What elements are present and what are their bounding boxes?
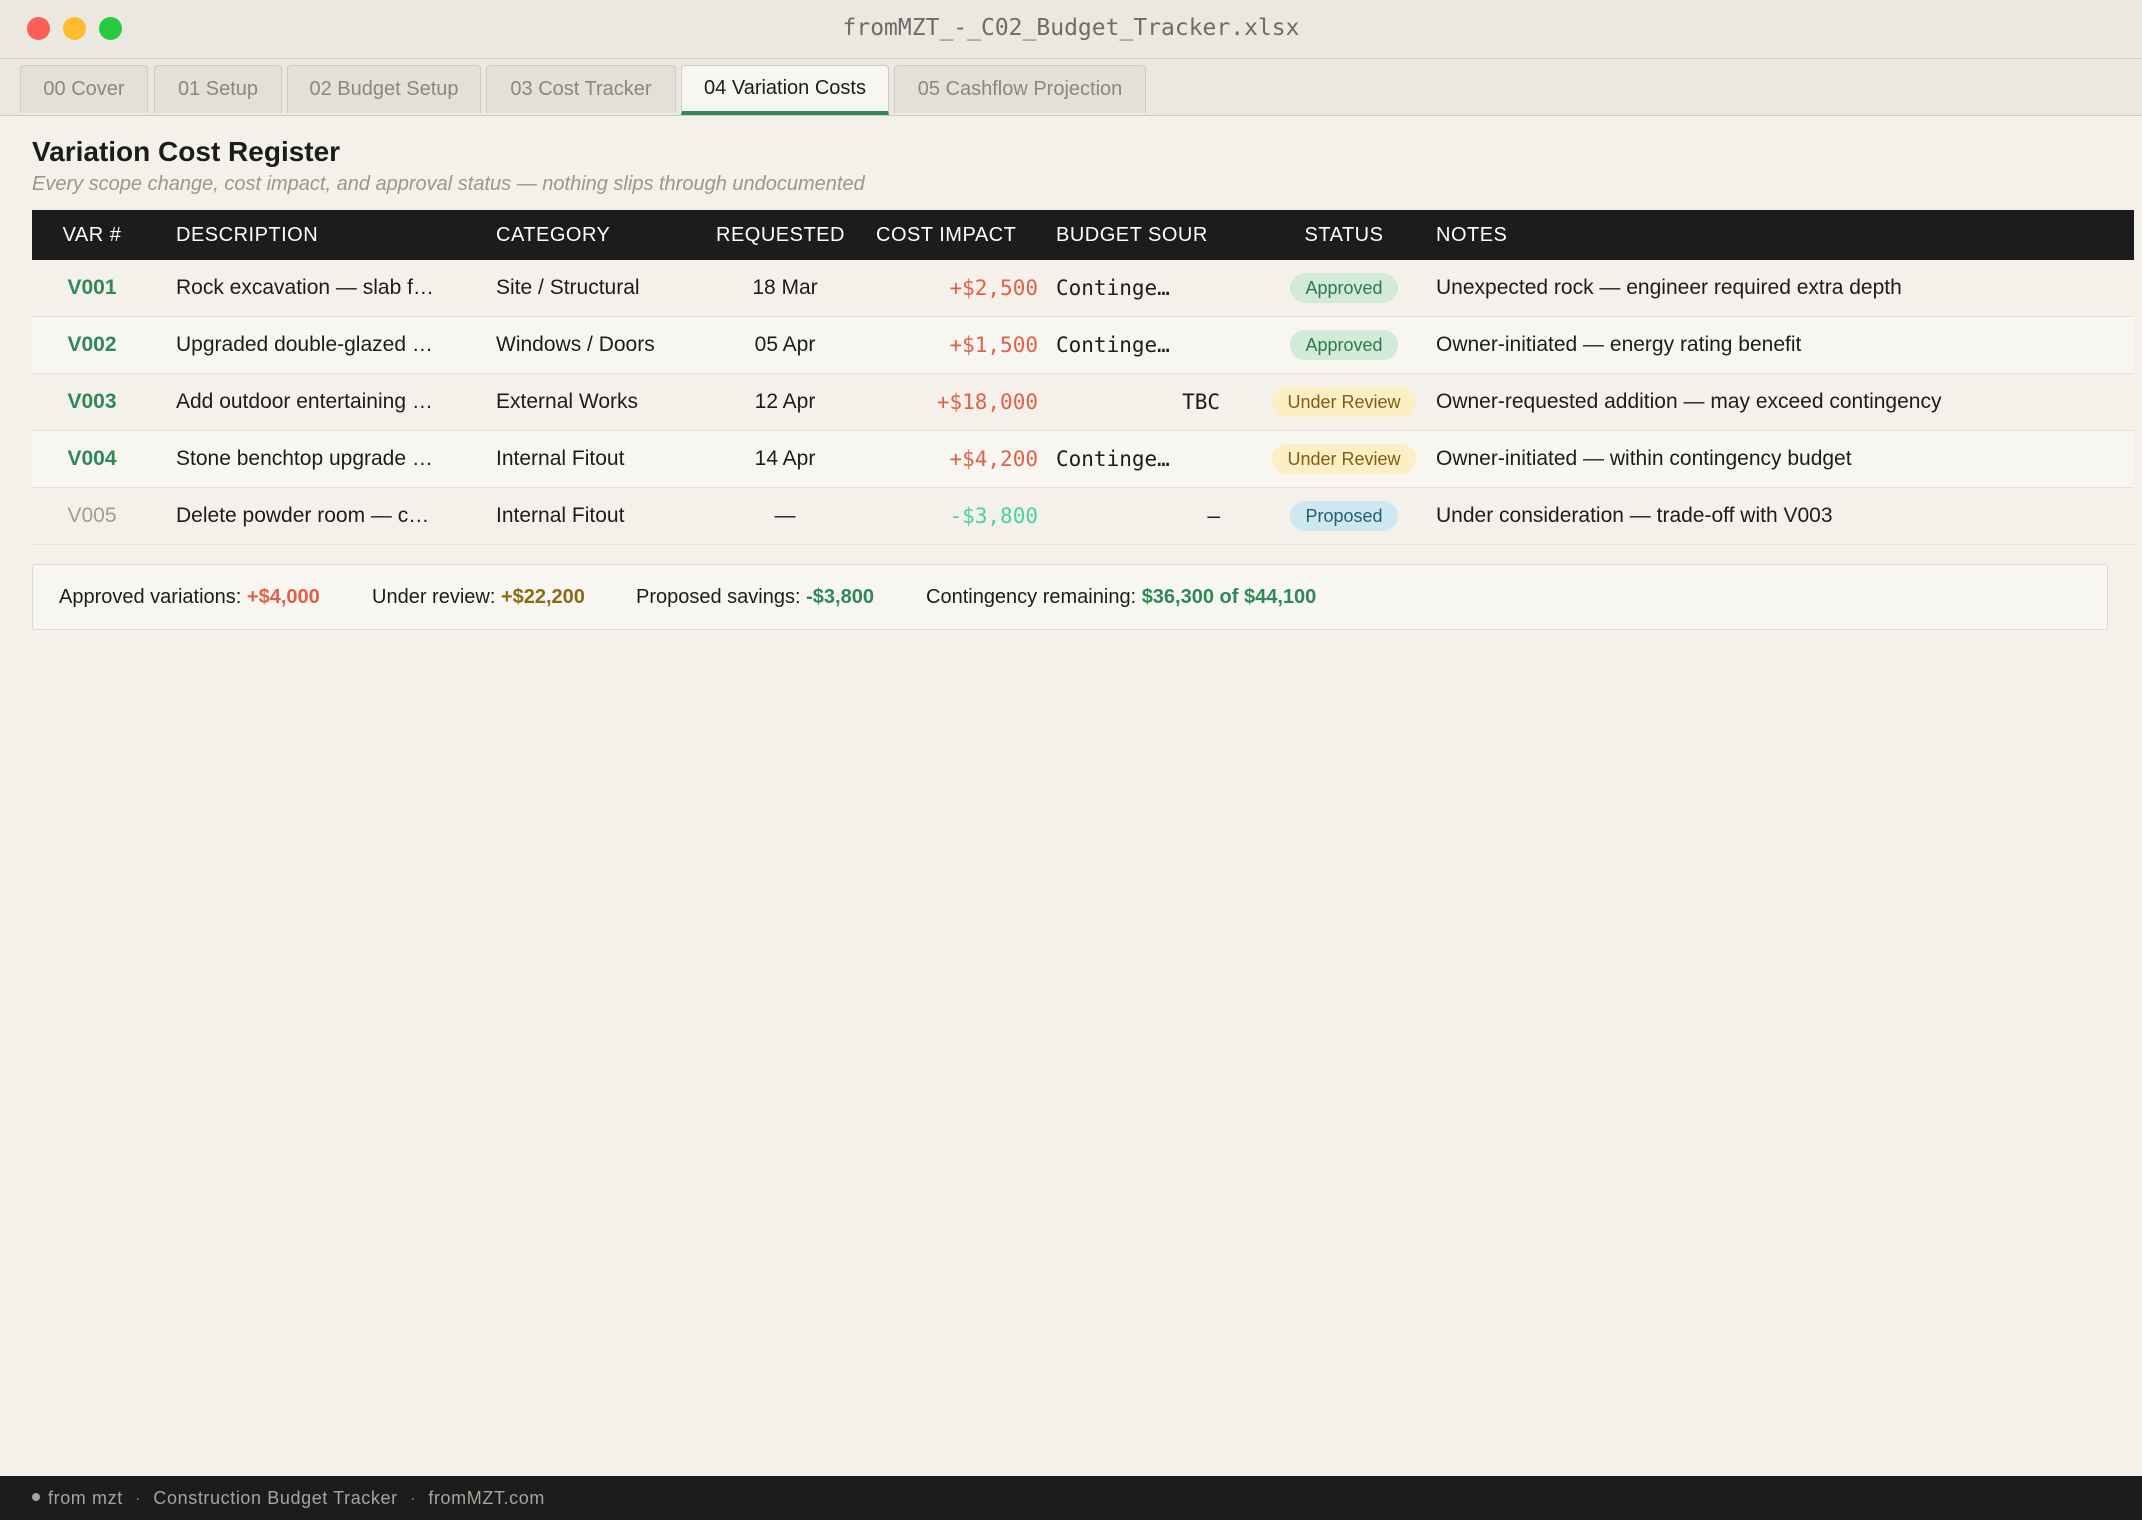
- tab-01-setup[interactable]: 01 Setup: [154, 65, 282, 113]
- table-row[interactable]: V005 Delete powder room — c… Internal Fi…: [32, 488, 2134, 545]
- budget-source-cell[interactable]: Continge…: [1056, 431, 1220, 487]
- cost-impact-cell[interactable]: +$2,500: [878, 260, 1038, 316]
- status-badge: Proposed: [1290, 501, 1398, 532]
- summary-contingency: Contingency remaining: $36,300 of $44,10…: [926, 565, 1316, 629]
- summary-review-value: +$22,200: [500, 586, 585, 608]
- header-requested[interactable]: REQUESTED: [716, 210, 845, 260]
- table-row[interactable]: V003 Add outdoor entertaining … External…: [32, 374, 2134, 431]
- notes-cell[interactable]: Owner-initiated — within contingency bud…: [1436, 431, 2126, 487]
- status-cell[interactable]: Approved: [1232, 260, 1456, 316]
- summary-savings: Proposed savings: -$3,800: [636, 565, 874, 629]
- notes-cell[interactable]: Owner-initiated — energy rating benefit: [1436, 317, 2126, 373]
- cost-impact-cell[interactable]: +$4,200: [878, 431, 1038, 487]
- description-cell[interactable]: Upgraded double-glazed …: [176, 317, 476, 373]
- header-var[interactable]: VAR #: [32, 210, 152, 260]
- var-id[interactable]: V001: [32, 260, 152, 316]
- var-id[interactable]: V002: [32, 317, 152, 373]
- summary-review-label: Under review:: [372, 586, 496, 608]
- table-row[interactable]: V002 Upgraded double-glazed … Windows / …: [32, 317, 2134, 374]
- footer-brand: from mzt: [48, 1488, 123, 1508]
- requested-cell[interactable]: 05 Apr: [702, 317, 868, 373]
- description-cell[interactable]: Stone benchtop upgrade …: [176, 431, 476, 487]
- requested-cell[interactable]: —: [702, 488, 868, 544]
- tab-03-cost-tracker[interactable]: 03 Cost Tracker: [486, 65, 676, 113]
- cost-impact-cell[interactable]: +$18,000: [878, 374, 1038, 430]
- header-description[interactable]: DESCRIPTION: [176, 210, 318, 260]
- category-cell[interactable]: Windows / Doors: [496, 317, 706, 373]
- var-id[interactable]: V005: [32, 488, 152, 544]
- category-cell[interactable]: Internal Fitout: [496, 488, 706, 544]
- variation-summary: Approved variations: +$4,000 Under revie…: [32, 564, 2108, 630]
- title-bar: fromMZT_-_C02_Budget_Tracker.xlsx: [0, 0, 2142, 59]
- budget-source-cell[interactable]: Continge…: [1056, 260, 1220, 316]
- var-id[interactable]: V003: [32, 374, 152, 430]
- description-cell[interactable]: Rock excavation — slab f…: [176, 260, 476, 316]
- variation-table: VAR # DESCRIPTION CATEGORY REQUESTED COS…: [32, 210, 2134, 545]
- header-cost-impact[interactable]: COST IMPACT: [876, 210, 1016, 260]
- table-header: VAR # DESCRIPTION CATEGORY REQUESTED COS…: [32, 210, 2134, 260]
- budget-source-cell[interactable]: Continge…: [1056, 317, 1220, 373]
- requested-cell[interactable]: 12 Apr: [702, 374, 868, 430]
- budget-source-cell[interactable]: TBC: [1056, 374, 1220, 430]
- header-budget-source[interactable]: BUDGET SOUR: [1056, 210, 1208, 260]
- status-cell[interactable]: Proposed: [1232, 488, 1456, 544]
- notes-cell[interactable]: Owner-requested addition — may exceed co…: [1436, 374, 2126, 430]
- budget-source-cell[interactable]: –: [1056, 488, 1220, 544]
- status-badge: Under Review: [1272, 387, 1416, 418]
- window-title: fromMZT_-_C02_Budget_Tracker.xlsx: [842, 15, 1300, 41]
- tab-04-variation-costs[interactable]: 04 Variation Costs: [681, 65, 889, 115]
- notes-cell[interactable]: Unexpected rock — engineer required extr…: [1436, 260, 2126, 316]
- category-cell[interactable]: External Works: [496, 374, 706, 430]
- category-cell[interactable]: Internal Fitout: [496, 431, 706, 487]
- summary-review: Under review: +$22,200: [372, 565, 585, 629]
- header-status[interactable]: STATUS: [1232, 210, 1456, 260]
- var-id[interactable]: V004: [32, 431, 152, 487]
- summary-savings-value: -$3,800: [806, 586, 874, 608]
- summary-approved-value: +$4,000: [246, 586, 320, 608]
- separator: ·: [409, 1488, 417, 1508]
- header-category[interactable]: CATEGORY: [496, 210, 610, 260]
- tab-00-cover[interactable]: 00 Cover: [20, 65, 148, 113]
- footer-text: from mzt · Construction Budget Tracker · fro…: [32, 1476, 545, 1520]
- page-subtitle: Every scope change, cost impact, and app…: [32, 173, 865, 195]
- tab-05-cashflow-projection[interactable]: 05 Cashflow Projection: [894, 65, 1146, 113]
- separator: ·: [134, 1488, 142, 1508]
- status-cell[interactable]: Approved: [1232, 317, 1456, 373]
- requested-cell[interactable]: 18 Mar: [702, 260, 868, 316]
- summary-contingency-value: $36,300 of $44,100: [1141, 586, 1317, 608]
- status-badge: Approved: [1290, 273, 1398, 304]
- requested-cell[interactable]: 14 Apr: [702, 431, 868, 487]
- summary-contingency-label: Contingency remaining:: [926, 586, 1137, 608]
- cost-impact-cell[interactable]: +$1,500: [878, 317, 1038, 373]
- tab-02-budget-setup[interactable]: 02 Budget Setup: [287, 65, 481, 113]
- summary-approved-label: Approved variations:: [59, 586, 242, 608]
- page-title: Variation Cost Register: [32, 136, 341, 167]
- status-badge: Approved: [1290, 330, 1398, 361]
- status-badge: Under Review: [1272, 444, 1416, 475]
- bullet-icon: [32, 1493, 40, 1502]
- sheet-tab-bar: 00 Cover 01 Setup 02 Budget Setup 03 Cos…: [0, 59, 2142, 116]
- header-notes[interactable]: NOTES: [1436, 210, 1507, 260]
- table-row[interactable]: V004 Stone benchtop upgrade … Internal F…: [32, 431, 2134, 488]
- description-cell[interactable]: Add outdoor entertaining …: [176, 374, 476, 430]
- summary-savings-label: Proposed savings:: [636, 586, 801, 608]
- category-cell[interactable]: Site / Structural: [496, 260, 706, 316]
- cost-impact-cell[interactable]: -$3,800: [878, 488, 1038, 544]
- table-row[interactable]: V001 Rock excavation — slab f… Site / St…: [32, 260, 2134, 317]
- footer-site-link[interactable]: fromMZT.com: [428, 1488, 545, 1508]
- status-cell[interactable]: Under Review: [1232, 374, 1456, 430]
- summary-approved: Approved variations: +$4,000: [59, 565, 320, 629]
- status-cell[interactable]: Under Review: [1232, 431, 1456, 487]
- notes-cell[interactable]: Under consideration — trade-off with V00…: [1436, 488, 2126, 544]
- footer-product: Construction Budget Tracker: [153, 1488, 398, 1508]
- footer-bar: from mzt · Construction Budget Tracker · fro…: [0, 1476, 2142, 1520]
- description-cell[interactable]: Delete powder room — c…: [176, 488, 476, 544]
